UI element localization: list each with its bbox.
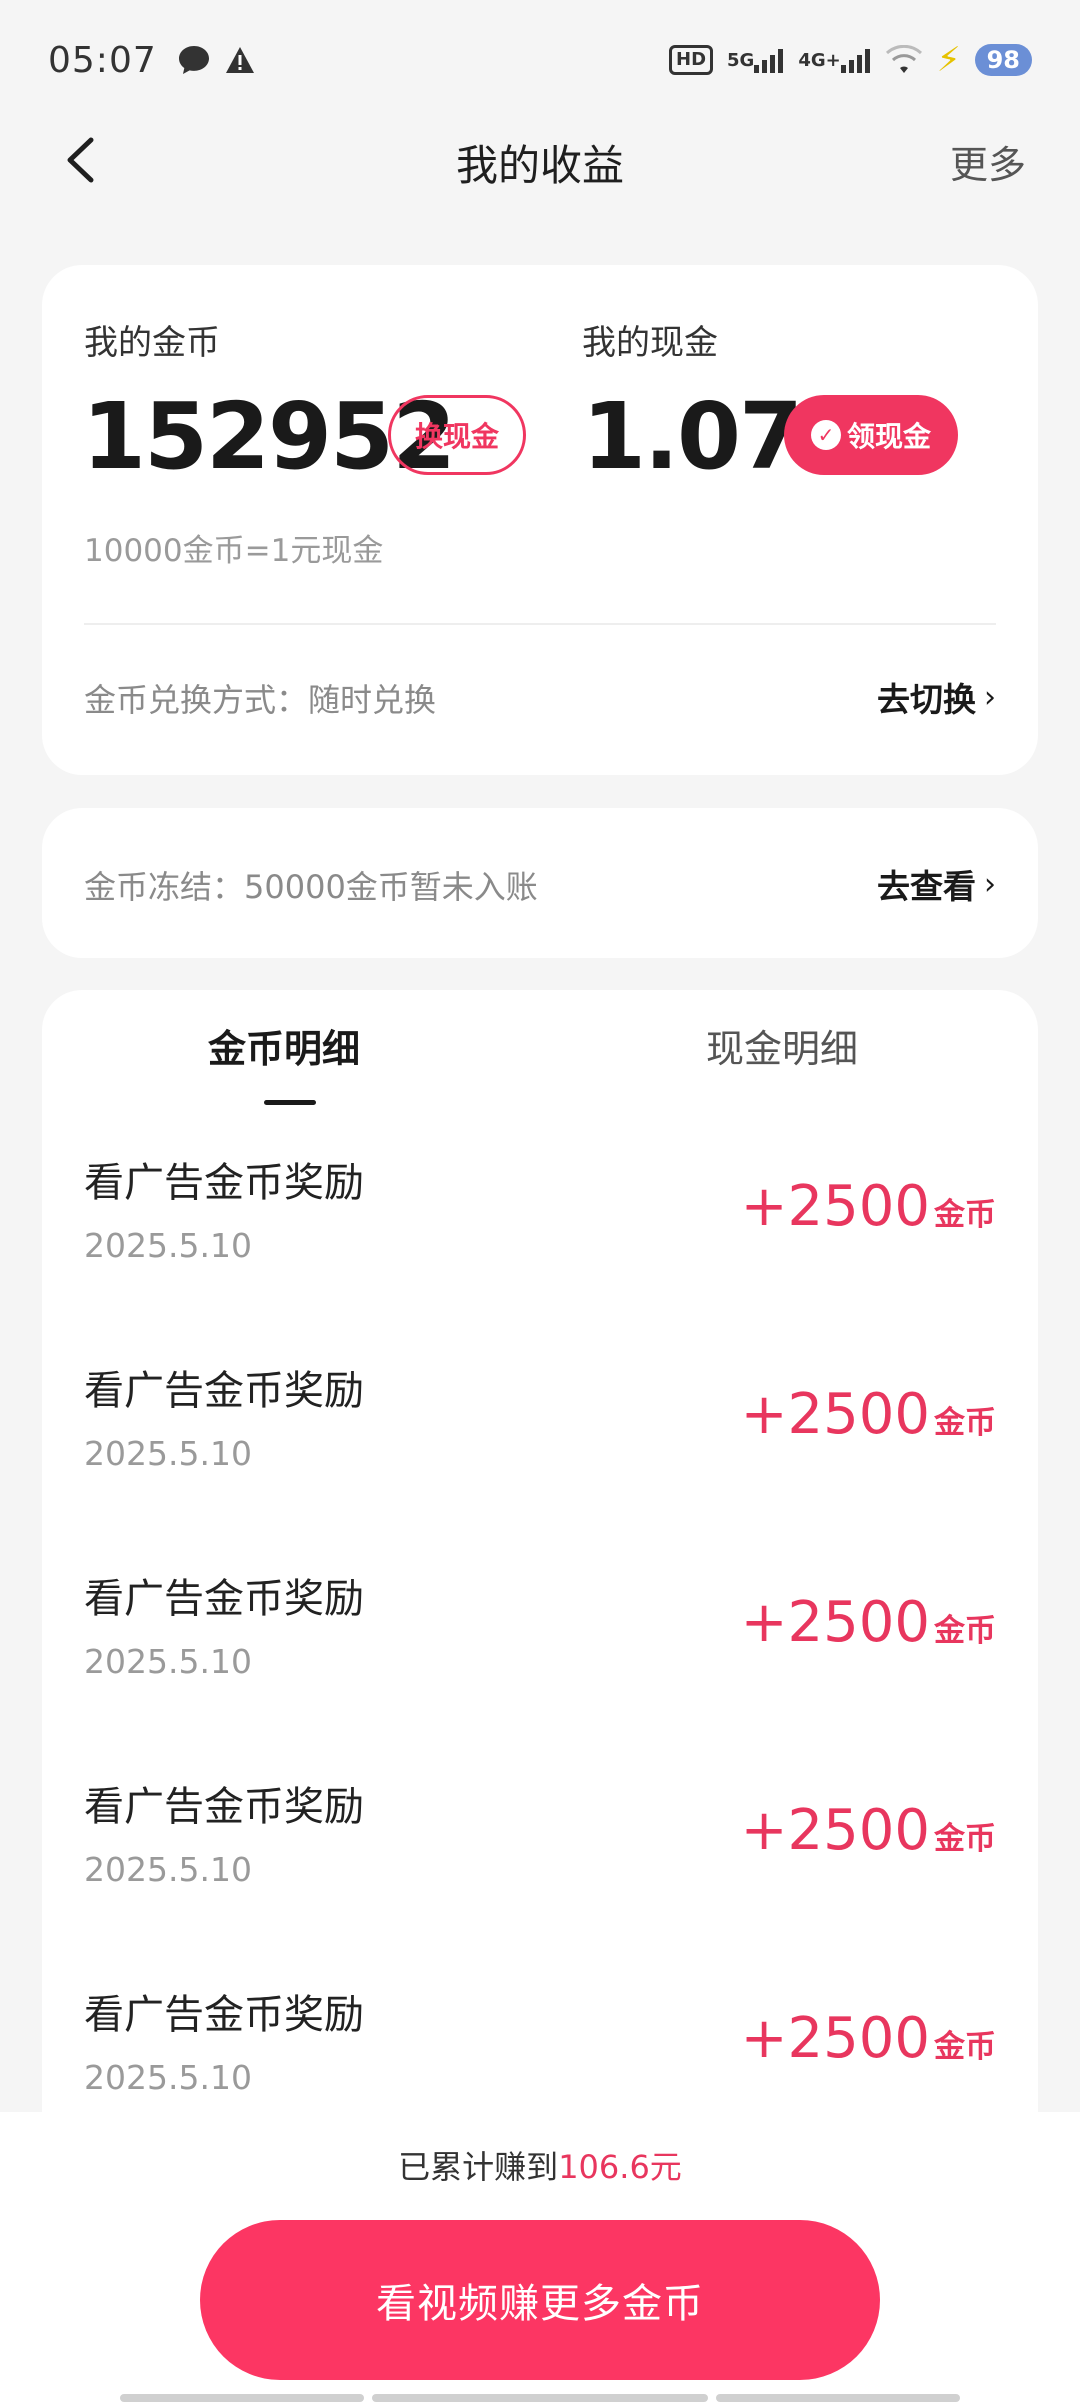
tab-cash-details[interactable]: 现金明细 xyxy=(706,1018,858,1073)
nav-bar: 我的收益 更多 xyxy=(0,120,1080,200)
withdraw-label: 领现金 xyxy=(846,420,931,453)
record-date: 2025.5.10 xyxy=(84,2058,252,2097)
exchange-method: 金币兑换方式：随时兑换 xyxy=(84,681,437,719)
frozen-coins-text: 金币冻结：50000金币暂未入账 xyxy=(84,868,538,906)
list-item: 看广告金币奖励 2025.5.10 +2500 金币 xyxy=(42,1150,1038,1358)
record-date: 2025.5.10 xyxy=(84,1850,252,1889)
record-amount: +2500 金币 xyxy=(741,1382,996,1447)
amount-value: +2500 xyxy=(740,1174,930,1239)
signal-5g-icon: 5G xyxy=(727,47,784,73)
chevron-right-icon: › xyxy=(984,866,996,902)
record-title: 看广告金币奖励 xyxy=(84,1368,364,1414)
status-bar: 05:07 HD 5G 4G+ ⚡ 98 xyxy=(0,0,1080,120)
amount-value: +2500 xyxy=(740,1590,930,1655)
list-item: 看广告金币奖励 2025.5.10 +2500 金币 xyxy=(42,1358,1038,1566)
page-title: 我的收益 xyxy=(455,141,624,190)
list-item: 看广告金币奖励 2025.5.10 +2500 金币 xyxy=(42,1774,1038,1982)
record-amount: +2500 金币 xyxy=(741,2006,996,2071)
divider xyxy=(84,623,996,625)
record-title: 看广告金币奖励 xyxy=(84,1784,364,1830)
total-earned-amount: 106.6元 xyxy=(558,2148,682,2186)
total-earned-label: 已累计赚到 xyxy=(398,2148,559,2186)
bottom-panel: 已累计赚到106.6元 看视频赚更多金币 xyxy=(0,2112,1080,2408)
cash-balance: 1.07 xyxy=(582,383,803,490)
chat-bubble-icon xyxy=(177,44,211,76)
warning-icon xyxy=(225,46,255,74)
amount-unit: 金币 xyxy=(934,2029,996,2065)
nav-gesture-bar xyxy=(372,2394,708,2402)
amount-unit: 金币 xyxy=(934,1405,996,1441)
amount-unit: 金币 xyxy=(934,1197,996,1233)
wechat-icon: ✓ xyxy=(810,420,841,450)
status-time: 05:07 xyxy=(48,39,157,81)
earnings-card: 我的金币 152952 换现金 我的现金 1.07 ✓ 领现金 10000金币=… xyxy=(42,265,1038,775)
amount-unit: 金币 xyxy=(934,1613,996,1649)
total-earned: 已累计赚到106.6元 xyxy=(0,2142,1080,2188)
record-amount: +2500 金币 xyxy=(741,1590,996,1655)
chevron-right-icon: › xyxy=(984,679,996,715)
tab-coin-details[interactable]: 金币明细 xyxy=(208,1018,360,1073)
withdraw-cash-button[interactable]: ✓ 领现金 xyxy=(784,395,958,475)
switch-method-link[interactable]: 去切换 › xyxy=(877,673,996,721)
record-amount: +2500 金币 xyxy=(741,1798,996,1863)
system-status-icons: HD 5G 4G+ ⚡ 98 xyxy=(669,40,1032,80)
records-tabs: 金币明细 现金明细 xyxy=(42,1018,1038,1108)
view-frozen-label: 去查看 xyxy=(877,867,976,906)
amount-value: +2500 xyxy=(740,1382,930,1447)
active-tab-indicator xyxy=(264,1100,316,1105)
more-button[interactable]: 更多 xyxy=(950,134,1026,189)
amount-value: +2500 xyxy=(740,2006,930,2071)
records-list: 看广告金币奖励 2025.5.10 +2500 金币 看广告金币奖励 2025.… xyxy=(42,1150,1038,2190)
amount-unit: 金币 xyxy=(934,1821,996,1857)
hd-voice-icon: HD xyxy=(669,45,714,75)
nav-gesture-bar xyxy=(120,2394,364,2402)
switch-method-label: 去切换 xyxy=(877,680,976,719)
record-date: 2025.5.10 xyxy=(84,1642,252,1681)
list-item: 看广告金币奖励 2025.5.10 +2500 金币 xyxy=(42,1566,1038,1774)
wifi-icon xyxy=(885,45,923,75)
nav-gesture-bar xyxy=(716,2394,960,2402)
frozen-coins-card: 金币冻结：50000金币暂未入账 去查看 › xyxy=(42,808,1038,958)
charging-bolt-icon: ⚡ xyxy=(936,40,961,80)
record-title: 看广告金币奖励 xyxy=(84,1576,364,1622)
cash-label: 我的现金 xyxy=(582,323,718,363)
record-date: 2025.5.10 xyxy=(84,1226,252,1265)
record-amount: +2500 金币 xyxy=(741,1174,996,1239)
exchange-cash-button[interactable]: 换现金 xyxy=(388,395,526,475)
record-date: 2025.5.10 xyxy=(84,1434,252,1473)
battery-level: 98 xyxy=(974,44,1032,76)
exchange-rate: 10000金币=1元现金 xyxy=(84,533,384,569)
watch-video-button[interactable]: 看视频赚更多金币 xyxy=(200,2220,880,2380)
signal-4g-icon: 4G+ xyxy=(798,47,870,73)
record-title: 看广告金币奖励 xyxy=(84,1992,364,2038)
view-frozen-link[interactable]: 去查看 › xyxy=(877,860,996,908)
coins-label: 我的金币 xyxy=(84,323,220,363)
amount-value: +2500 xyxy=(740,1798,930,1863)
notification-icons xyxy=(177,44,255,76)
record-title: 看广告金币奖励 xyxy=(84,1160,364,1206)
